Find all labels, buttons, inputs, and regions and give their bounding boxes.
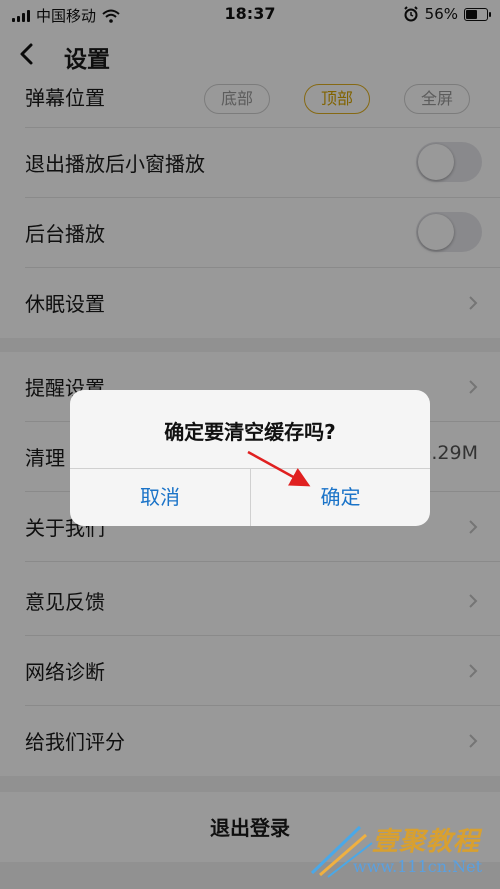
confirm-button[interactable]: 确定 — [251, 469, 430, 526]
clear-cache-dialog: 确定要清空缓存吗? 取消 确定 — [70, 390, 430, 526]
dialog-title: 确定要清空缓存吗? — [164, 420, 336, 444]
watermark-title: 壹聚教程 — [371, 827, 480, 857]
watermark-logo: 壹聚教程 www.111cn.Net — [302, 813, 492, 883]
cancel-button[interactable]: 取消 — [70, 469, 250, 526]
watermark-url: www.111cn.Net — [352, 857, 482, 876]
